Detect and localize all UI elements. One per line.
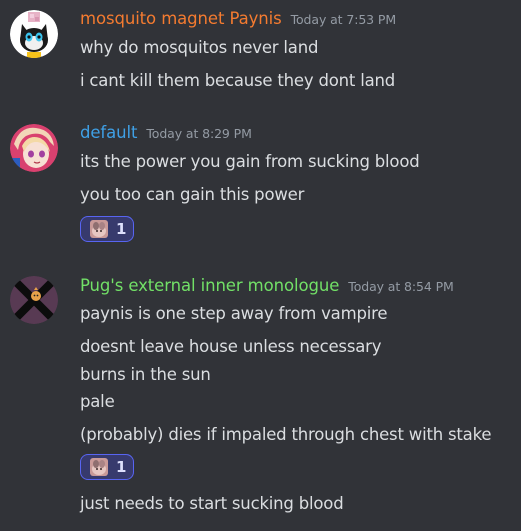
username[interactable]: default — [80, 123, 137, 142]
anime-girl-avatar[interactable] — [10, 124, 58, 172]
message-text: why do mosquitos never land — [80, 38, 319, 57]
message-text: (probably) dies if impaled through chest… — [80, 425, 492, 444]
cat-mascot-avatar[interactable] — [10, 10, 58, 58]
message-text: its the power you gain from sucking bloo… — [80, 152, 420, 171]
message-text: pale — [80, 392, 115, 411]
timestamp: Today at 7:53 PM — [290, 12, 397, 27]
reaction-count: 1 — [116, 220, 127, 238]
message-text: you too can gain this power — [80, 185, 305, 204]
message-header: mosquito magnet Paynis Today at 7:53 PM — [80, 9, 396, 33]
reaction-button[interactable]: 1 — [80, 454, 134, 480]
custom-emoji-icon — [90, 220, 108, 238]
message-text: i cant kill them because they dont land — [80, 71, 396, 90]
username[interactable]: Pug's external inner monologue — [80, 276, 339, 295]
custom-emoji-icon — [90, 458, 108, 476]
message-text: just needs to start sucking blood — [80, 494, 344, 513]
message-header: Pug's external inner monologue Today at … — [80, 276, 454, 300]
message-text: doesnt leave house unless necessary — [80, 337, 382, 356]
timestamp: Today at 8:54 PM — [348, 279, 454, 294]
timestamp: Today at 8:29 PM — [146, 126, 252, 141]
message-text: burns in the sun — [80, 365, 211, 384]
reaction-button[interactable]: 1 — [80, 216, 134, 242]
message-text: paynis is one step away from vampire — [80, 304, 388, 323]
crossed-out-avatar[interactable] — [10, 276, 58, 324]
username[interactable]: mosquito magnet Paynis — [80, 9, 282, 28]
message-header: default Today at 8:29 PM — [80, 123, 252, 147]
reaction-count: 1 — [116, 458, 127, 476]
